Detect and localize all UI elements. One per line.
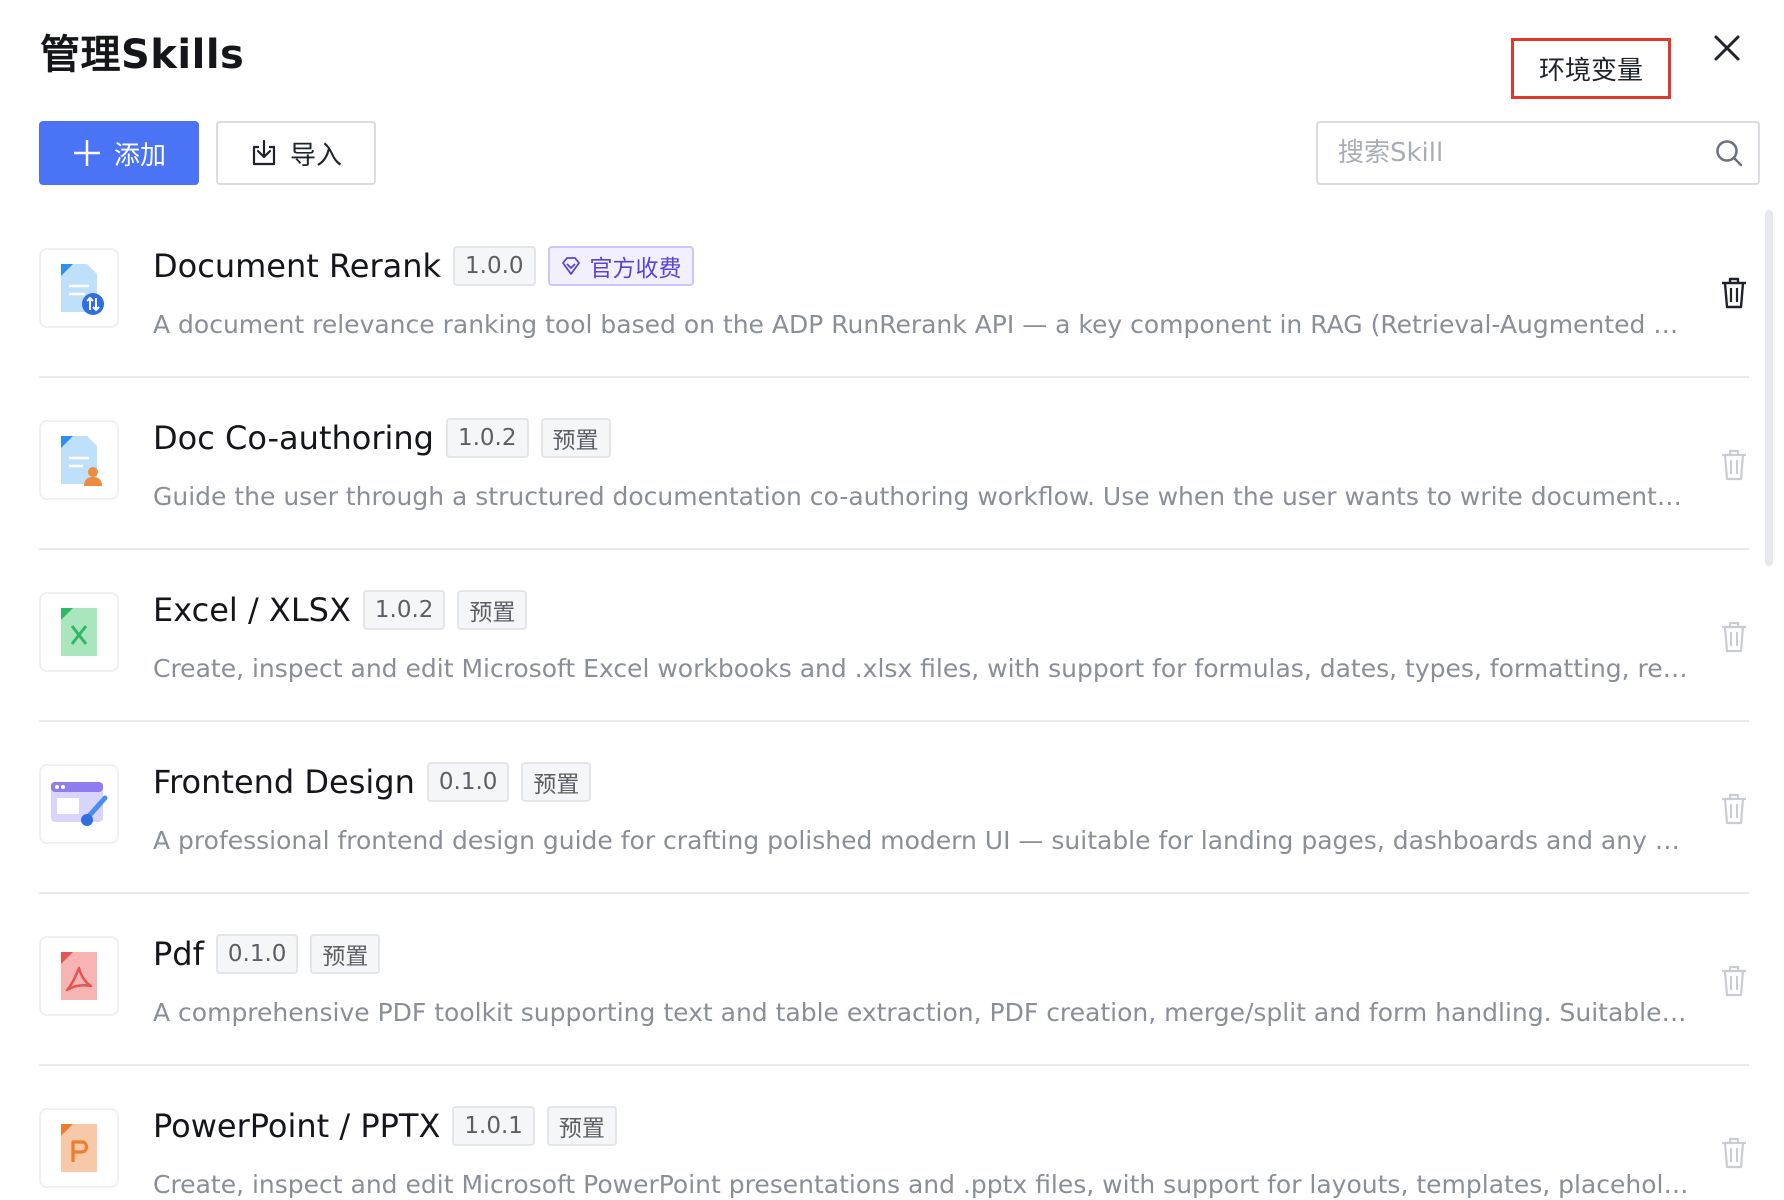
skill-name: Frontend Design: [153, 763, 415, 801]
search-icon[interactable]: [1714, 138, 1744, 168]
skill-row-header: Excel / XLSX 1.0.2 预置: [153, 590, 528, 630]
delete-skill-button: [1719, 792, 1749, 826]
official-badge-label: 官方收费: [589, 256, 682, 282]
skill-row-header: Document Rerank 1.0.0 官方收费: [153, 246, 694, 286]
delete-skill-button[interactable]: [1719, 276, 1749, 310]
skill-description: A document relevance ranking tool based …: [153, 310, 1693, 339]
search-box: [1316, 121, 1760, 185]
skill-row-powerpoint[interactable]: PowerPoint / PPTX 1.0.1 预置 Create, inspe…: [39, 1066, 1749, 1200]
skill-description: Create, inspect and edit Microsoft Power…: [153, 1170, 1693, 1199]
import-icon: [252, 139, 276, 166]
scrollbar[interactable]: [1765, 210, 1773, 566]
skill-row-header: Frontend Design 0.1.0 预置: [153, 762, 592, 802]
delete-skill-button: [1719, 620, 1749, 654]
version-badge: 1.0.2: [362, 590, 446, 630]
delete-skill-button: [1719, 1136, 1749, 1170]
search-input[interactable]: [1336, 137, 1714, 169]
diamond-icon: [561, 257, 580, 275]
document-rerank-icon: [39, 248, 119, 328]
frontend-design-icon: [39, 764, 119, 844]
add-button[interactable]: 添加: [39, 121, 199, 185]
powerpoint-icon: [39, 1108, 119, 1188]
doc-coauthoring-icon: [39, 420, 119, 500]
plus-icon: [73, 140, 100, 166]
version-badge: 1.0.1: [452, 1106, 535, 1146]
official-paid-badge: 官方收费: [547, 246, 694, 286]
manage-skills-dialog: 管理Skills 环境变量 添加 导入 搜索Skill Document Rer…: [0, 0, 1784, 1200]
skill-row-excel[interactable]: Excel / XLSX 1.0.2 预置 Create, inspect an…: [39, 550, 1749, 722]
skill-description: A comprehensive PDF toolkit supporting t…: [153, 998, 1693, 1027]
skill-row-document-rerank[interactable]: Document Rerank 1.0.0 官方收费 A document re…: [39, 206, 1749, 378]
delete-skill-button: [1719, 448, 1749, 482]
skill-description: Create, inspect and edit Microsoft Excel…: [153, 654, 1693, 683]
skill-row-header: PowerPoint / PPTX 1.0.1 预置: [153, 1106, 617, 1146]
close-icon: [1714, 35, 1740, 61]
env-variables-button[interactable]: 环境变量: [1511, 38, 1671, 99]
trash-icon: [1722, 965, 1746, 997]
excel-icon: [39, 592, 119, 672]
version-badge: 0.1.0: [215, 934, 299, 974]
skill-row-doc-coauthoring[interactable]: Doc Co-authoring 1.0.2 预置 Guide the user…: [39, 378, 1749, 550]
skill-list: Document Rerank 1.0.0 官方收费 A document re…: [39, 206, 1749, 1200]
page-title: 管理Skills: [40, 32, 245, 78]
trash-icon: [1722, 793, 1746, 825]
skill-name: Excel / XLSX: [153, 591, 351, 629]
preset-badge: 预置: [310, 934, 381, 974]
skill-row-header: Pdf 0.1.0 预置: [153, 934, 381, 974]
trash-icon: [1722, 621, 1746, 653]
delete-skill-button: [1719, 964, 1749, 998]
skill-name: Document Rerank: [153, 247, 442, 285]
import-button-label: 导入: [289, 140, 342, 171]
trash-icon: [1722, 277, 1746, 309]
trash-icon: [1722, 1137, 1746, 1169]
preset-badge: 预置: [521, 762, 592, 802]
import-button[interactable]: 导入: [216, 121, 376, 185]
pdf-icon: [39, 936, 119, 1016]
version-badge: 1.0.0: [453, 246, 536, 286]
skill-row-pdf[interactable]: Pdf 0.1.0 预置 A comprehensive PDF toolkit…: [39, 894, 1749, 1066]
skill-description: Guide the user through a structured docu…: [153, 482, 1693, 511]
version-badge: 0.1.0: [426, 762, 510, 802]
close-button[interactable]: [1707, 28, 1747, 68]
skill-name: PowerPoint / PPTX: [153, 1107, 441, 1145]
skill-row-header: Doc Co-authoring 1.0.2 预置: [153, 418, 611, 458]
skill-row-frontend-design[interactable]: Frontend Design 0.1.0 预置 A professional …: [39, 722, 1749, 894]
preset-badge: 预置: [540, 418, 611, 458]
version-badge: 1.0.2: [445, 418, 529, 458]
skill-name: Doc Co-authoring: [153, 419, 434, 457]
skill-description: A professional frontend design guide for…: [153, 826, 1693, 855]
preset-badge: 预置: [457, 590, 528, 630]
add-button-label: 添加: [113, 140, 166, 171]
skill-name: Pdf: [153, 935, 204, 973]
preset-badge: 预置: [546, 1106, 617, 1146]
trash-icon: [1722, 449, 1746, 481]
